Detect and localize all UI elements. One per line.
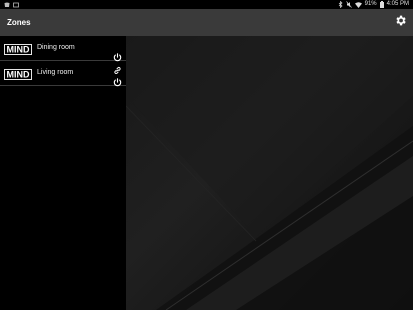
power-icon[interactable] — [113, 74, 122, 87]
mind-logo: MIND — [4, 67, 32, 80]
zone-name: Dining room — [37, 44, 75, 51]
gear-icon — [394, 14, 407, 32]
app-bar: Zones — [0, 9, 413, 36]
zone-name: Living room — [37, 69, 74, 76]
zone-list: MIND Dining room MIND Living room — [0, 36, 126, 310]
bluetooth-icon — [338, 1, 343, 8]
page-title: Zones — [7, 18, 31, 27]
status-right: 91% 4:05 PM — [338, 0, 409, 9]
clock: 4:05 PM — [386, 1, 409, 7]
link-icon[interactable] — [113, 62, 122, 74]
settings-button[interactable] — [393, 15, 408, 30]
svg-text:MIND: MIND — [7, 70, 30, 80]
list-item[interactable]: MIND Dining room — [0, 36, 126, 62]
notification-icon — [13, 2, 19, 8]
battery-percent: 91% — [364, 1, 377, 7]
mind-logo: MIND — [4, 42, 32, 55]
list-item[interactable]: MIND Living room — [0, 61, 126, 87]
status-left — [4, 0, 19, 9]
screen: 91% 4:05 PM Zones MIND Dining room MIND … — [0, 0, 413, 310]
svg-text:MIND: MIND — [7, 45, 30, 55]
status-bar: 91% 4:05 PM — [0, 0, 413, 9]
background-graphic — [126, 36, 413, 310]
battery-icon — [379, 1, 384, 8]
wifi-icon — [354, 1, 362, 8]
background-panel — [126, 36, 413, 310]
mute-icon — [345, 1, 352, 8]
power-icon[interactable] — [113, 49, 122, 62]
notification-icon — [4, 2, 10, 8]
